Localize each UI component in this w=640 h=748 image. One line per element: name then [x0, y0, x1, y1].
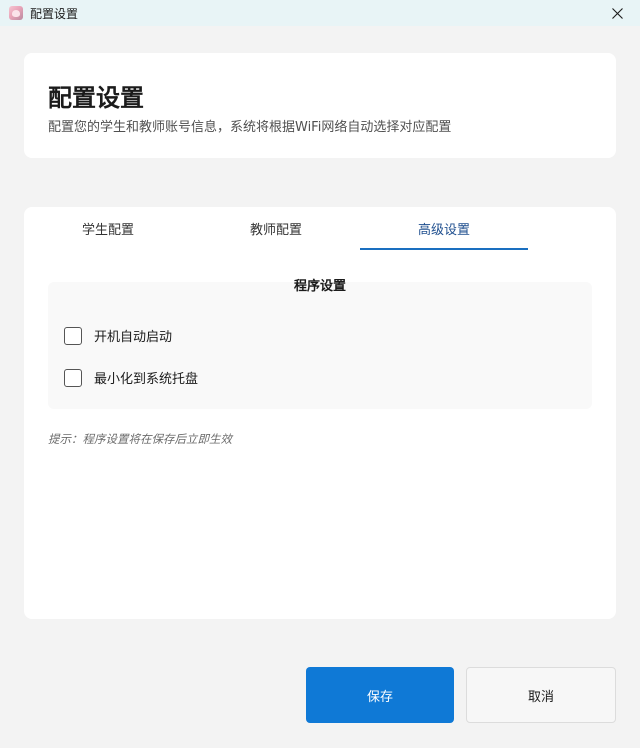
program-settings-group: 开机自动启动 最小化到系统托盘 [48, 282, 592, 409]
minimize-to-tray-option[interactable]: 最小化到系统托盘 [64, 368, 198, 387]
autostart-checkbox[interactable] [64, 326, 82, 345]
header-card: 配置设置 配置您的学生和教师账号信息，系统将根据WiFi网络自动选择对应配置 [24, 53, 616, 158]
minimize-to-tray-checkbox[interactable] [64, 368, 82, 387]
settings-card: 学生配置 教师配置 高级设置 开机自动启动 最小化到系统托盘 程序设置 提示：程… [24, 207, 616, 619]
autostart-label: 开机自动启动 [94, 330, 173, 345]
tab-teacher-config[interactable]: 教师配置 [192, 207, 360, 250]
close-icon [611, 7, 623, 19]
app-avatar-icon [9, 6, 23, 20]
tab-student-config[interactable]: 学生配置 [24, 207, 192, 250]
tab-advanced-settings[interactable]: 高级设置 [360, 207, 528, 250]
page-title: 配置设置 [48, 84, 144, 112]
save-button[interactable]: 保存 [306, 667, 454, 723]
autostart-option[interactable]: 开机自动启动 [64, 326, 172, 345]
hint-text: 提示：程序设置将在保存后立即生效 [48, 432, 232, 446]
window-title: 配置设置 [30, 6, 79, 21]
close-button[interactable] [594, 0, 640, 26]
cancel-button[interactable]: 取消 [466, 667, 616, 723]
minimize-to-tray-label: 最小化到系统托盘 [94, 372, 199, 387]
program-settings-title: 程序设置 [293, 279, 346, 294]
title-bar: 配置设置 [0, 0, 640, 26]
page-subtitle: 配置您的学生和教师账号信息，系统将根据WiFi网络自动选择对应配置 [48, 120, 452, 135]
